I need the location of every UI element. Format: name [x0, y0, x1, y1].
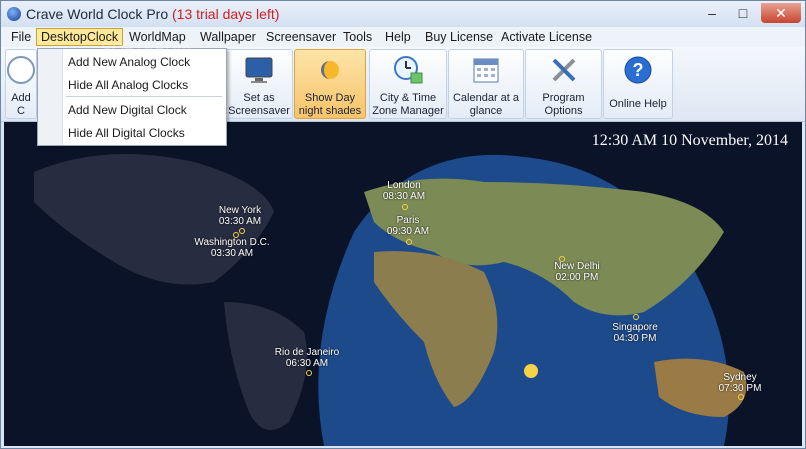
city-label: Singapore 04:30 PM — [612, 322, 658, 344]
set-screensaver-label: Set as — [243, 92, 275, 104]
menu-help[interactable]: Help — [381, 29, 415, 45]
menu-wallpaper[interactable]: Wallpaper — [196, 29, 260, 45]
city-marker[interactable] — [559, 256, 565, 262]
show-day-night-label-2: night shades — [298, 105, 362, 117]
menu-bar: File DesktopClock WorldMap Wallpaper Scr… — [1, 27, 805, 47]
city-marker[interactable] — [306, 370, 312, 376]
menu-desktopclock[interactable]: DesktopClock — [36, 28, 124, 46]
minimize-button[interactable]: – — [697, 3, 727, 23]
menu-item-add-analog-clock[interactable]: Add New Analog Clock — [68, 55, 190, 69]
city-label: New Delhi 02:00 PM — [554, 261, 600, 283]
city-time-zone-button[interactable]: City & Time Zone Manager — [369, 49, 447, 119]
tools-icon — [552, 58, 575, 82]
city-label: Rio de Janeiro 06:30 AM — [274, 347, 340, 369]
world-map-graphic — [4, 122, 802, 446]
menu-file[interactable]: File — [7, 29, 35, 45]
trial-days-label: (13 trial days left) — [172, 6, 280, 22]
calendar-label: Calendar at a — [452, 92, 520, 104]
window-title: Crave World Clock Pro (13 trial days lef… — [26, 6, 280, 22]
svg-text:?: ? — [633, 60, 644, 80]
world-map[interactable]: 12:30 AM 10 November, 2014 London 08:30 A… — [4, 122, 802, 446]
menu-activate-license[interactable]: Activate License — [497, 29, 596, 45]
city-label: Washington D.C. 03:30 AM — [194, 237, 270, 259]
desktopclock-dropdown: Add New Analog Clock Hide All Analog Clo… — [37, 48, 227, 146]
city-time-label-2: Zone Manager — [372, 105, 444, 117]
program-options-label-2: Options — [544, 105, 583, 117]
map-datetime: 12:30 AM 10 November, 2014 — [591, 132, 788, 149]
calendar-label-2: glance — [469, 105, 503, 117]
title-bar[interactable]: Crave World Clock Pro (13 trial days lef… — [1, 1, 805, 27]
clock-calendar-icon — [394, 56, 423, 84]
app-window: Crave World Clock Pro (13 trial days lef… — [0, 0, 806, 449]
close-button[interactable]: ✕ — [761, 3, 801, 23]
add-clock-label: Add — [11, 92, 31, 104]
clock-icon — [7, 56, 35, 84]
program-options-button[interactable]: Program Options — [525, 49, 602, 119]
menu-screensaver[interactable]: Screensaver — [262, 29, 340, 45]
sun-moon-icon — [321, 61, 339, 79]
menu-buy-license[interactable]: Buy License — [421, 29, 497, 45]
show-day-night-label: Show Day — [304, 92, 356, 104]
globe-app-icon — [7, 7, 21, 21]
city-marker[interactable] — [406, 239, 412, 245]
online-help-label: Online Help — [609, 98, 667, 110]
city-label: Paris 09:30 AM — [386, 215, 430, 237]
add-clock-label-2: C — [17, 105, 25, 117]
city-label: New York 03:30 AM — [218, 205, 262, 227]
city-marker[interactable] — [233, 232, 239, 238]
city-marker[interactable] — [633, 314, 639, 320]
menu-item-add-digital-clock[interactable]: Add New Digital Clock — [68, 103, 187, 117]
city-label: Sydney 07:30 PM — [718, 372, 762, 394]
monitor-icon — [245, 57, 273, 83]
menu-item-hide-digital-clocks[interactable]: Hide All Digital Clocks — [68, 126, 185, 140]
calendar-icon — [473, 58, 499, 83]
set-screensaver-button[interactable]: Set as Screensaver — [225, 49, 293, 119]
program-options-label: Program — [542, 92, 585, 104]
menu-item-hide-analog-clocks[interactable]: Hide All Analog Clocks — [68, 78, 188, 92]
show-day-night-button[interactable]: Show Day night shades — [294, 49, 366, 119]
menu-separator — [66, 96, 222, 97]
city-time-label: City & Time — [379, 92, 437, 104]
menu-tools[interactable]: Tools — [339, 29, 376, 45]
add-clock-button[interactable]: Add C — [5, 49, 37, 119]
city-marker[interactable] — [239, 228, 245, 234]
menu-worldmap[interactable]: WorldMap — [125, 29, 190, 45]
set-screensaver-label-2: Screensaver — [228, 105, 290, 117]
help-icon: ? — [624, 56, 652, 84]
calendar-button[interactable]: Calendar at a glance — [448, 49, 524, 119]
city-label: London 08:30 AM — [382, 180, 426, 202]
dropdown-gutter — [38, 49, 63, 145]
city-marker[interactable] — [402, 204, 408, 210]
online-help-button[interactable]: ? Online Help — [603, 49, 673, 119]
maximize-button[interactable]: □ — [728, 3, 758, 23]
city-marker[interactable] — [738, 394, 744, 400]
